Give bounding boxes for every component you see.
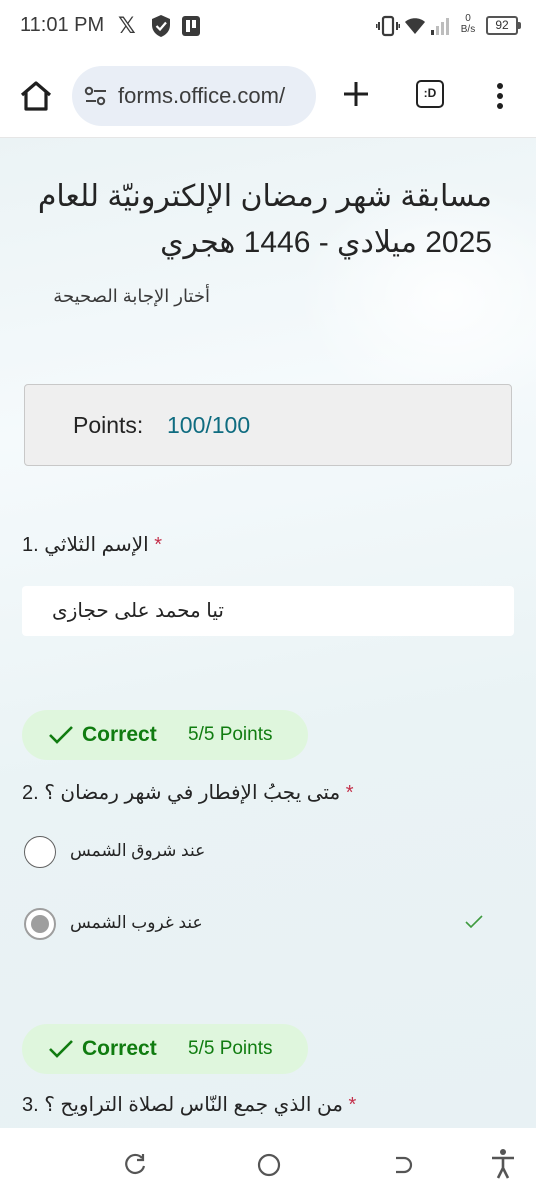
site-settings-icon[interactable]: [84, 86, 108, 111]
points-summary: Points: 100/100: [24, 384, 512, 466]
question-number: 3.: [22, 1094, 39, 1116]
net-speed-unit: B/s: [460, 24, 476, 35]
battery-level: 92: [495, 18, 509, 32]
required-mark: *: [345, 782, 354, 804]
home-icon[interactable]: [18, 78, 54, 114]
signal-icon: [430, 16, 452, 41]
correct-label: Correct: [82, 723, 157, 746]
answer-text: تيا محمد على حجازى: [52, 600, 224, 622]
option-label: عند شروق الشمس: [70, 841, 206, 860]
correct-points: 5/5 Points: [188, 1038, 273, 1059]
correct-badge: Correct 5/5 Points: [22, 710, 308, 760]
question-2-title: 2. متى يجبُ الإفطار في شهر رمضان ؟ *: [22, 780, 354, 805]
option-sunrise[interactable]: عند شروق الشمس: [24, 834, 514, 870]
plus-icon[interactable]: [338, 76, 374, 112]
correct-check-icon: [464, 914, 484, 935]
form-title: مسابقة شهر رمضان الإلكترونيّة للعام 2025…: [37, 180, 492, 259]
x-icon: 𝕏: [118, 13, 136, 38]
back-icon[interactable]: [390, 1152, 416, 1183]
form-description: أختار الإجابة الصحيحة: [53, 286, 210, 306]
home-circle-icon[interactable]: [256, 1152, 282, 1183]
question-text: الإسم الثلاثي: [44, 534, 149, 556]
tab-switcher-label: :D: [423, 86, 437, 100]
url-text[interactable]: forms.office.com/: [118, 83, 312, 109]
points-value: 100/100: [167, 412, 251, 438]
vibrate-icon: [375, 15, 401, 42]
correct-label: Correct: [82, 1037, 157, 1060]
question-number: 2.: [22, 782, 39, 804]
tab-switcher-icon[interactable]: :D: [416, 80, 444, 108]
question-text: من الذي جمع النّاس لصلاة التراويح ؟: [44, 1094, 343, 1116]
shield-icon: [150, 14, 172, 43]
accessibility-icon[interactable]: [490, 1148, 516, 1185]
radio-button[interactable]: [24, 836, 56, 868]
points-label: Points:: [73, 412, 144, 438]
radio-button-selected[interactable]: [24, 908, 56, 940]
recent-apps-icon[interactable]: [122, 1152, 148, 1183]
browser-toolbar: forms.office.com/ :D: [0, 56, 536, 138]
wifi-icon: [403, 16, 427, 41]
checkmark-icon: [48, 725, 74, 750]
status-bar: 11:01 PM 𝕏 0 B/s 92: [0, 0, 536, 56]
question-text: متى يجبُ الإفطار في شهر رمضان ؟: [44, 782, 341, 804]
option-label: عند غروب الشمس: [70, 913, 203, 932]
question-3-title: 3. من الذي جمع النّاس لصلاة التراويح ؟ *: [22, 1092, 356, 1117]
question-1-title: 1. الإسم الثلاثي *: [22, 532, 162, 557]
net-speed: 0 B/s: [456, 13, 480, 35]
correct-points: 5/5 Points: [188, 724, 273, 745]
more-menu-icon[interactable]: [488, 78, 512, 114]
required-mark: *: [154, 534, 163, 556]
correct-badge: Correct 5/5 Points: [22, 1024, 308, 1074]
form-page: مسابقة شهر رمضان الإلكترونيّة للعام 2025…: [0, 138, 536, 1128]
required-mark: *: [348, 1094, 357, 1116]
battery-icon: 92: [486, 16, 521, 35]
address-bar[interactable]: forms.office.com/: [72, 66, 316, 126]
net-speed-value: 0: [465, 13, 471, 24]
answer-field[interactable]: تيا محمد على حجازى: [22, 586, 514, 636]
option-sunset[interactable]: عند غروب الشمس: [24, 906, 514, 942]
status-time: 11:01 PM: [20, 14, 105, 36]
checkmark-icon: [48, 1039, 74, 1064]
system-nav-bar: [0, 1128, 536, 1200]
app-icon: [180, 14, 202, 43]
question-number: 1.: [22, 534, 39, 556]
